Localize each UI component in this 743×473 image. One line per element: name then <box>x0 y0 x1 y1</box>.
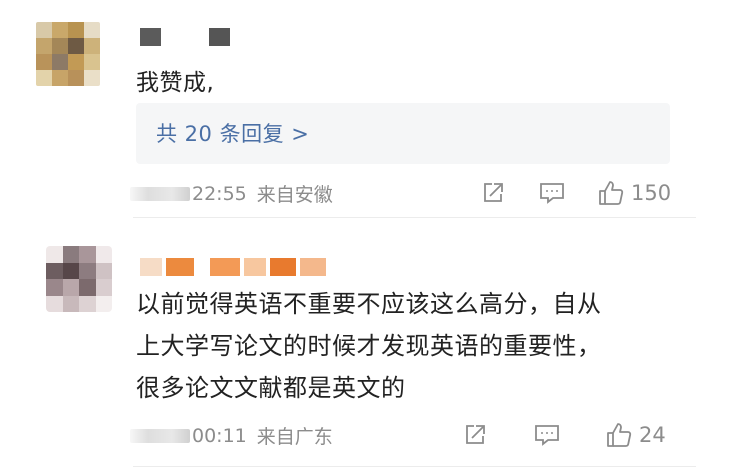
date-blurred <box>130 186 190 201</box>
avatar[interactable] <box>46 246 112 312</box>
view-replies-link[interactable]: 共 20 条回复 > <box>156 118 309 148</box>
comment-2: 以前觉得英语不重要不应该这么高分，自从 上大学写论文的时候才发现英语的重要性， … <box>0 218 743 473</box>
share-icon <box>484 183 503 202</box>
like-button[interactable]: 150 <box>597 179 671 207</box>
thumbs-up-icon <box>607 423 632 447</box>
comment-text-line: 以前觉得英语不重要不应该这么高分，自从 <box>136 290 602 318</box>
comment-meta: 22:55 来自安徽 <box>130 180 333 207</box>
comment-text: 我赞成, <box>136 70 215 96</box>
comment-text-line: 上大学写论文的时候才发现英语的重要性， <box>136 332 602 360</box>
comment-text-line: 很多论文文献都是英文的 <box>136 374 406 402</box>
username-blurred[interactable] <box>140 26 230 48</box>
comment-icon <box>535 425 559 446</box>
comment-text: 以前觉得英语不重要不应该这么高分，自从 上大学写论文的时候才发现英语的重要性， … <box>136 283 602 409</box>
share-button[interactable] <box>463 423 487 447</box>
comment-time: 22:55 <box>192 182 247 205</box>
comment-button[interactable] <box>539 181 565 205</box>
thumbs-up-icon <box>599 181 624 205</box>
username-blurred[interactable] <box>140 256 326 278</box>
comment-meta: 00:11 来自广东 <box>130 422 333 449</box>
like-count: 24 <box>639 423 666 447</box>
like-button[interactable]: 24 <box>605 421 666 449</box>
comment-location: 来自安徽 <box>256 184 333 206</box>
date-blurred <box>130 428 190 443</box>
share-icon <box>466 425 485 444</box>
replies-box[interactable]: 共 20 条回复 > <box>136 103 670 164</box>
comment-button[interactable] <box>534 423 560 447</box>
share-button[interactable] <box>481 181 505 205</box>
comment-1: 我赞成, 共 20 条回复 > 22:55 来自安徽 150 <box>0 0 743 215</box>
like-count: 150 <box>631 181 672 205</box>
divider <box>133 466 696 467</box>
comment-location: 来自广东 <box>256 426 333 448</box>
comment-time: 00:11 <box>192 424 247 447</box>
avatar[interactable] <box>36 22 100 86</box>
comment-icon <box>540 183 564 204</box>
